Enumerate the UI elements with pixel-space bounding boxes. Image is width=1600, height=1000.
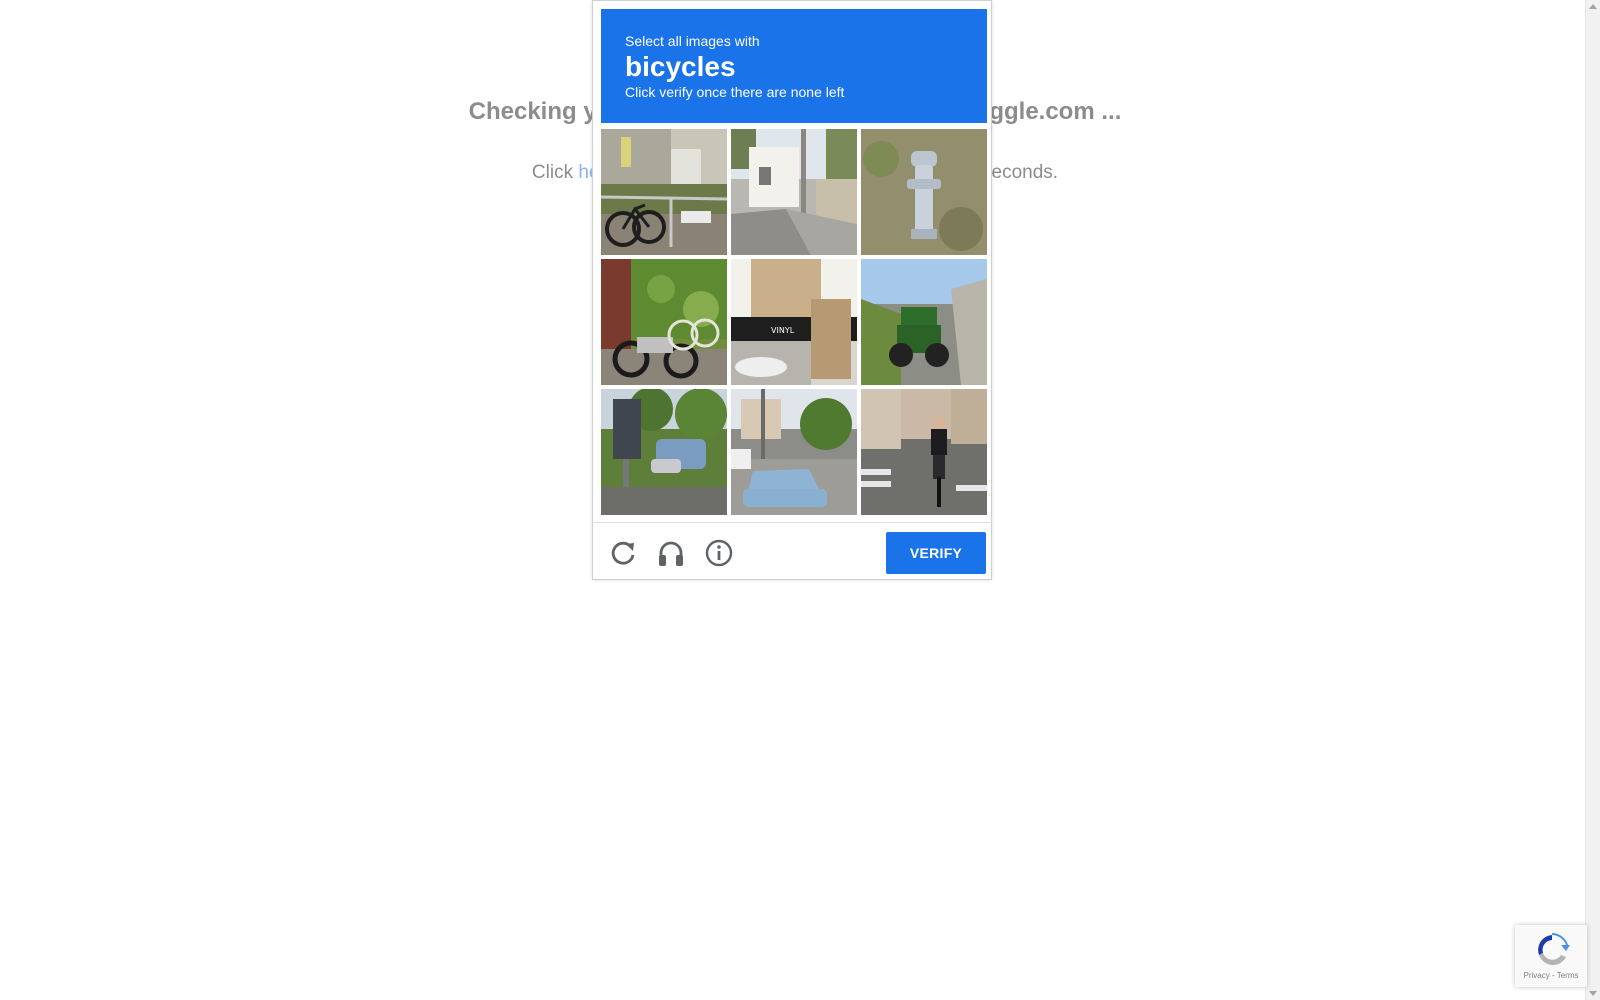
page-text-left: Click <box>531 162 579 183</box>
captcha-instruction: Select all images with <box>625 33 760 49</box>
page-heading-right: aggle.com ... <box>975 98 1122 125</box>
captcha-challenge: Select all images with bicycles Click ve… <box>592 0 992 580</box>
vertical-scrollbar[interactable] <box>1585 0 1600 1000</box>
captcha-subinstruction: Click verify once there are none left <box>625 84 845 100</box>
captcha-tile-7[interactable] <box>601 389 727 515</box>
reload-icon[interactable] <box>607 537 639 569</box>
badge-privacy-terms: Privacy - Terms <box>1523 971 1579 980</box>
headphones-icon[interactable] <box>655 537 687 569</box>
captcha-tile-8[interactable] <box>731 389 857 515</box>
captcha-target-word: bicycles <box>625 51 736 82</box>
captcha-footer-divider <box>593 522 991 523</box>
captcha-tile-2[interactable] <box>731 129 857 255</box>
captcha-tile-5[interactable]: VINYL <box>731 259 857 385</box>
verify-button[interactable]: VERIFY <box>886 532 986 574</box>
captcha-tile-4[interactable] <box>601 259 727 385</box>
scroll-down-arrow-icon[interactable] <box>1589 991 1597 996</box>
captcha-header: Select all images with bicycles Click ve… <box>601 9 987 123</box>
scroll-up-arrow-icon[interactable] <box>1589 4 1597 9</box>
captcha-tile-6[interactable] <box>861 259 987 385</box>
captcha-tile-1[interactable] <box>601 129 727 255</box>
captcha-image-grid: VINYL <box>601 129 987 515</box>
info-icon[interactable] <box>703 537 735 569</box>
recaptcha-logo-icon <box>1538 933 1570 966</box>
page-text-right: econds. <box>991 162 1059 183</box>
recaptcha-badge[interactable]: Privacy - Terms <box>1515 925 1587 987</box>
captcha-tile-3[interactable] <box>861 129 987 255</box>
captcha-tile-9[interactable] <box>861 389 987 515</box>
svg-text:VINYL: VINYL <box>771 326 795 335</box>
